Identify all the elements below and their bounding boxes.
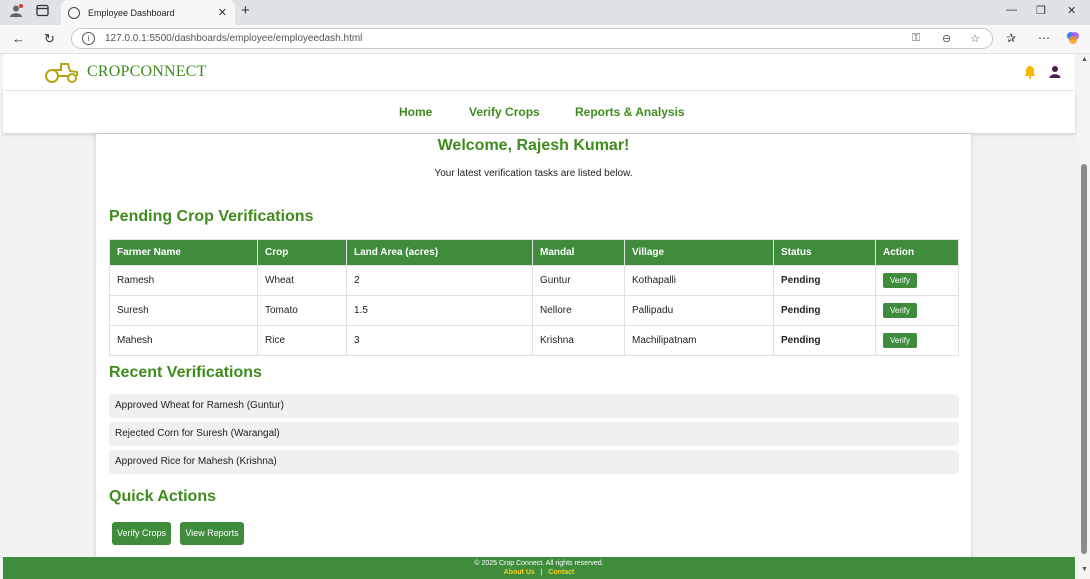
back-icon[interactable]: ← [12,31,25,46]
cell-mandal: Nellore [532,295,625,326]
brand-name[interactable]: CROPCONNECT [87,63,207,81]
browser-tab-bar: Employee Dashboard ✕ + — ❐ ✕ [0,0,1090,25]
list-item: Rejected Corn for Suresh (Warangal) [109,422,959,446]
col-action: Action [875,239,959,266]
status-badge: Pending [773,325,876,356]
browser-tab[interactable]: Employee Dashboard ✕ [61,0,235,25]
main-nav: Home Verify Crops Reports & Analysis [3,91,1075,133]
copilot-icon[interactable] [1066,31,1080,48]
footer-links: About Us | Contact [3,568,1075,577]
url-text[interactable]: 127.0.0.1:5500/dashboards/employee/emplo… [105,33,362,44]
verify-button[interactable]: Verify [883,303,918,318]
col-village: Village [624,239,774,266]
cell-action: Verify [875,265,959,296]
cell-area: 2 [346,265,533,296]
cell-area: 3 [346,325,533,356]
minimize-icon[interactable]: — [1006,4,1017,16]
footer-separator: | [540,569,543,576]
table-row: Ramesh Wheat 2 Guntur Kothapalli Pending… [109,265,959,296]
col-status: Status [773,239,876,266]
footer-about-link[interactable]: About Us [504,569,535,576]
pending-table: Farmer Name Crop Land Area (acres) Manda… [109,239,959,356]
cell-mandal: Guntur [532,265,625,296]
dashboard-card: Welcome, Rajesh Kumar! Your latest verif… [96,134,971,579]
site-footer: © 2025 Crop Connect. All rights reserved… [3,557,1075,579]
scroll-up-icon[interactable]: ▲ [1081,56,1088,63]
cell-farmer: Suresh [109,295,258,326]
welcome-heading: Welcome, Rajesh Kumar! [437,137,630,154]
pending-heading: Pending Crop Verifications [109,208,314,225]
cell-farmer: Mahesh [109,325,258,356]
nav-reports-analysis[interactable]: Reports & Analysis [575,105,685,119]
quick-actions-heading: Quick Actions [109,488,216,505]
cell-crop: Rice [257,325,347,356]
tab-actions-icon[interactable] [36,4,49,20]
verify-button[interactable]: Verify [883,273,918,288]
new-tab-icon[interactable]: + [241,2,250,19]
address-bar[interactable]: i 127.0.0.1:5500/dashboards/employee/emp… [71,28,993,49]
status-badge: Pending [773,265,876,296]
bell-icon[interactable] [1023,65,1037,79]
cell-village: Machilipatnam [624,325,774,356]
site-header: CROPCONNECT [3,54,1075,91]
table-row: Mahesh Rice 3 Krishna Machilipatnam Pend… [109,325,959,356]
list-item: Approved Wheat for Ramesh (Guntur) [109,394,959,418]
cell-mandal: Krishna [532,325,625,356]
page-scrollbar[interactable]: ▲ ▼ [1078,54,1090,579]
user-icon[interactable] [1048,65,1062,79]
cell-village: Pallipadu [624,295,774,326]
table-header-row: Farmer Name Crop Land Area (acres) Manda… [109,239,959,266]
col-crop: Crop [257,239,347,266]
globe-icon [68,6,80,19]
welcome-subtitle: Your latest verification tasks are liste… [434,168,633,179]
col-farmer-name: Farmer Name [109,239,258,266]
cell-action: Verify [875,295,959,326]
reload-icon[interactable]: ↻ [44,31,55,47]
cell-action: Verify [875,325,959,356]
status-badge: Pending [773,295,876,326]
col-land-area: Land Area (acres) [346,239,533,266]
verify-crops-button[interactable]: Verify Crops [112,522,171,545]
cell-farmer: Ramesh [109,265,258,296]
key-icon[interactable]: ⚿ [912,32,920,45]
footer-contact-link[interactable]: Contact [548,569,574,576]
scroll-down-icon[interactable]: ▼ [1081,566,1088,573]
recent-heading: Recent Verifications [109,364,262,381]
cell-crop: Tomato [257,295,347,326]
cell-village: Kothapalli [624,265,774,296]
menu-icon[interactable]: ⋯ [1038,31,1050,45]
nav-home[interactable]: Home [399,105,432,119]
tab-title: Employee Dashboard [88,7,175,18]
view-reports-button[interactable]: View Reports [180,522,244,545]
copyright-text: © 2025 Crop Connect. All rights reserved… [474,560,604,567]
tractor-logo-icon[interactable] [43,60,81,84]
scroll-thumb[interactable] [1081,164,1087,554]
zoom-icon[interactable]: ⊖ [942,32,951,45]
cell-crop: Wheat [257,265,347,296]
favorites-icon[interactable]: ✰ [1006,31,1016,45]
verify-button[interactable]: Verify [883,333,918,348]
window-close-icon[interactable]: ✕ [1067,4,1076,17]
browser-toolbar: ← ↻ i 127.0.0.1:5500/dashboards/employee… [0,25,1090,54]
close-icon[interactable]: ✕ [218,6,227,19]
nav-verify-crops[interactable]: Verify Crops [469,105,540,119]
maximize-icon[interactable]: ❐ [1036,4,1046,17]
table-row: Suresh Tomato 1.5 Nellore Pallipadu Pend… [109,295,959,326]
favorite-star-icon[interactable]: ☆ [970,32,980,45]
profile-icon[interactable] [9,4,23,21]
list-item: Approved Rice for Mahesh (Krishna) [109,450,959,474]
info-icon[interactable]: i [82,32,95,45]
page-viewport: CROPCONNECT Home Verify Crops Reports & … [0,54,1078,579]
col-mandal: Mandal [532,239,625,266]
cell-area: 1.5 [346,295,533,326]
